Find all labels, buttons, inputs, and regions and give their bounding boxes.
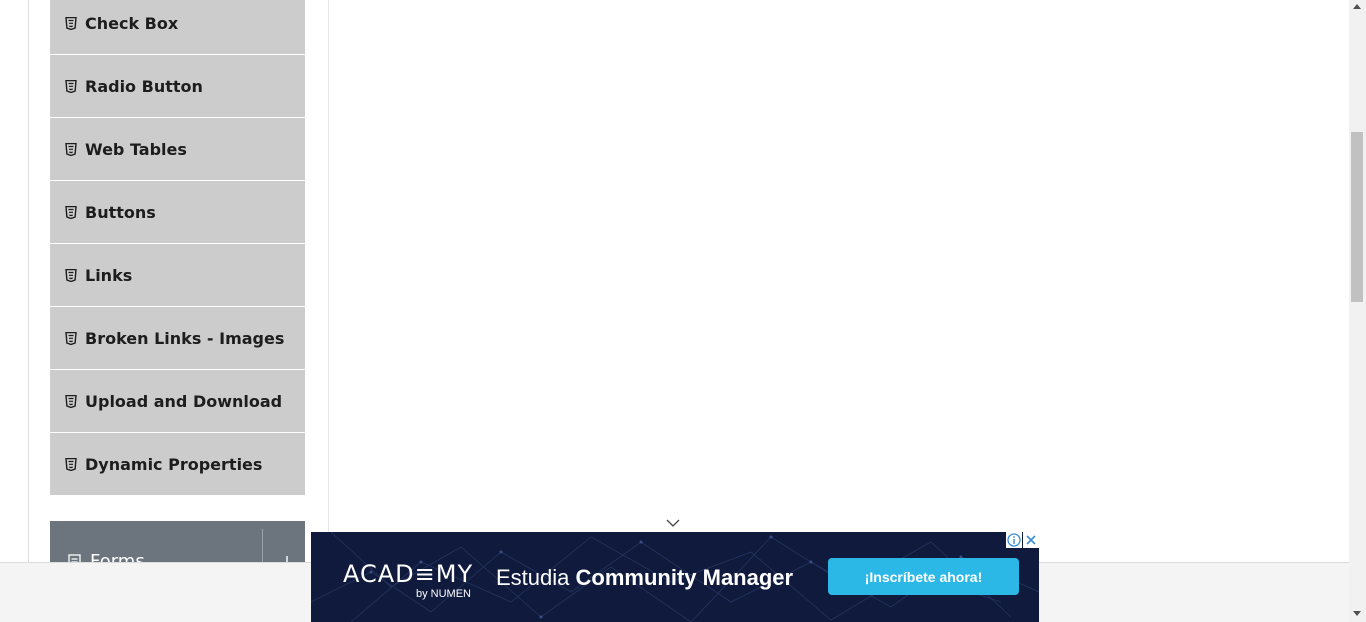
menu-item-label: Buttons — [85, 202, 156, 222]
scrollbar-thumb[interactable] — [1351, 132, 1363, 302]
ad-brand-sub: by NUMEN — [416, 588, 472, 600]
html5-icon — [65, 16, 77, 30]
html5-icon — [65, 268, 77, 282]
scroll-up-arrow-icon[interactable] — [1353, 4, 1361, 9]
menu-item-label: Upload and Download — [85, 391, 283, 411]
menu-item-radio-button[interactable]: Radio Button — [50, 55, 305, 118]
sidebar-divider — [328, 0, 329, 562]
menu-item-label: Radio Button — [85, 76, 203, 96]
ad-info-icon[interactable] — [1006, 532, 1022, 548]
ad-headline-bold: Community Manager — [575, 565, 794, 590]
html5-icon — [65, 394, 77, 408]
chevron-down-icon[interactable] — [665, 518, 681, 528]
menu-item-buttons[interactable]: Buttons — [50, 181, 305, 244]
menu-item-dynamic-properties[interactable]: Dynamic Properties — [50, 433, 305, 496]
ad-brand-logo: ACAD≡MY — [343, 560, 474, 588]
ad-headline-prefix: Estudia — [496, 565, 576, 590]
menu-item-broken-links-images[interactable]: Broken Links - Images — [50, 307, 305, 370]
html5-icon — [65, 142, 77, 156]
html5-icon — [65, 331, 77, 345]
page-left-border — [28, 0, 29, 562]
elements-menu-list: Check Box Radio Button Web Tables Button… — [50, 0, 305, 496]
html5-icon — [65, 79, 77, 93]
menu-item-web-tables[interactable]: Web Tables — [50, 118, 305, 181]
ad-close-icon[interactable] — [1023, 532, 1039, 548]
menu-item-label: Links — [85, 265, 133, 285]
menu-item-upload-and-download[interactable]: Upload and Download — [50, 370, 305, 433]
html5-icon — [65, 205, 77, 219]
menu-item-label: Web Tables — [85, 139, 187, 159]
ad-cta-button[interactable]: ¡Inscríbete ahora! — [828, 558, 1019, 595]
menu-item-label: Check Box — [85, 13, 179, 33]
scroll-down-arrow-icon[interactable] — [1353, 611, 1361, 616]
menu-item-label: Dynamic Properties — [85, 454, 263, 474]
menu-item-links[interactable]: Links — [50, 244, 305, 307]
ad-banner[interactable]: ACAD≡MY by NUMEN Estudia Community Manag… — [311, 532, 1039, 622]
menu-item-check-box[interactable]: Check Box — [50, 0, 305, 55]
ad-headline: Estudia Community Manager — [496, 565, 793, 591]
vertical-scrollbar[interactable] — [1349, 0, 1366, 622]
html5-icon — [65, 457, 77, 471]
menu-item-label: Broken Links - Images — [85, 328, 285, 348]
